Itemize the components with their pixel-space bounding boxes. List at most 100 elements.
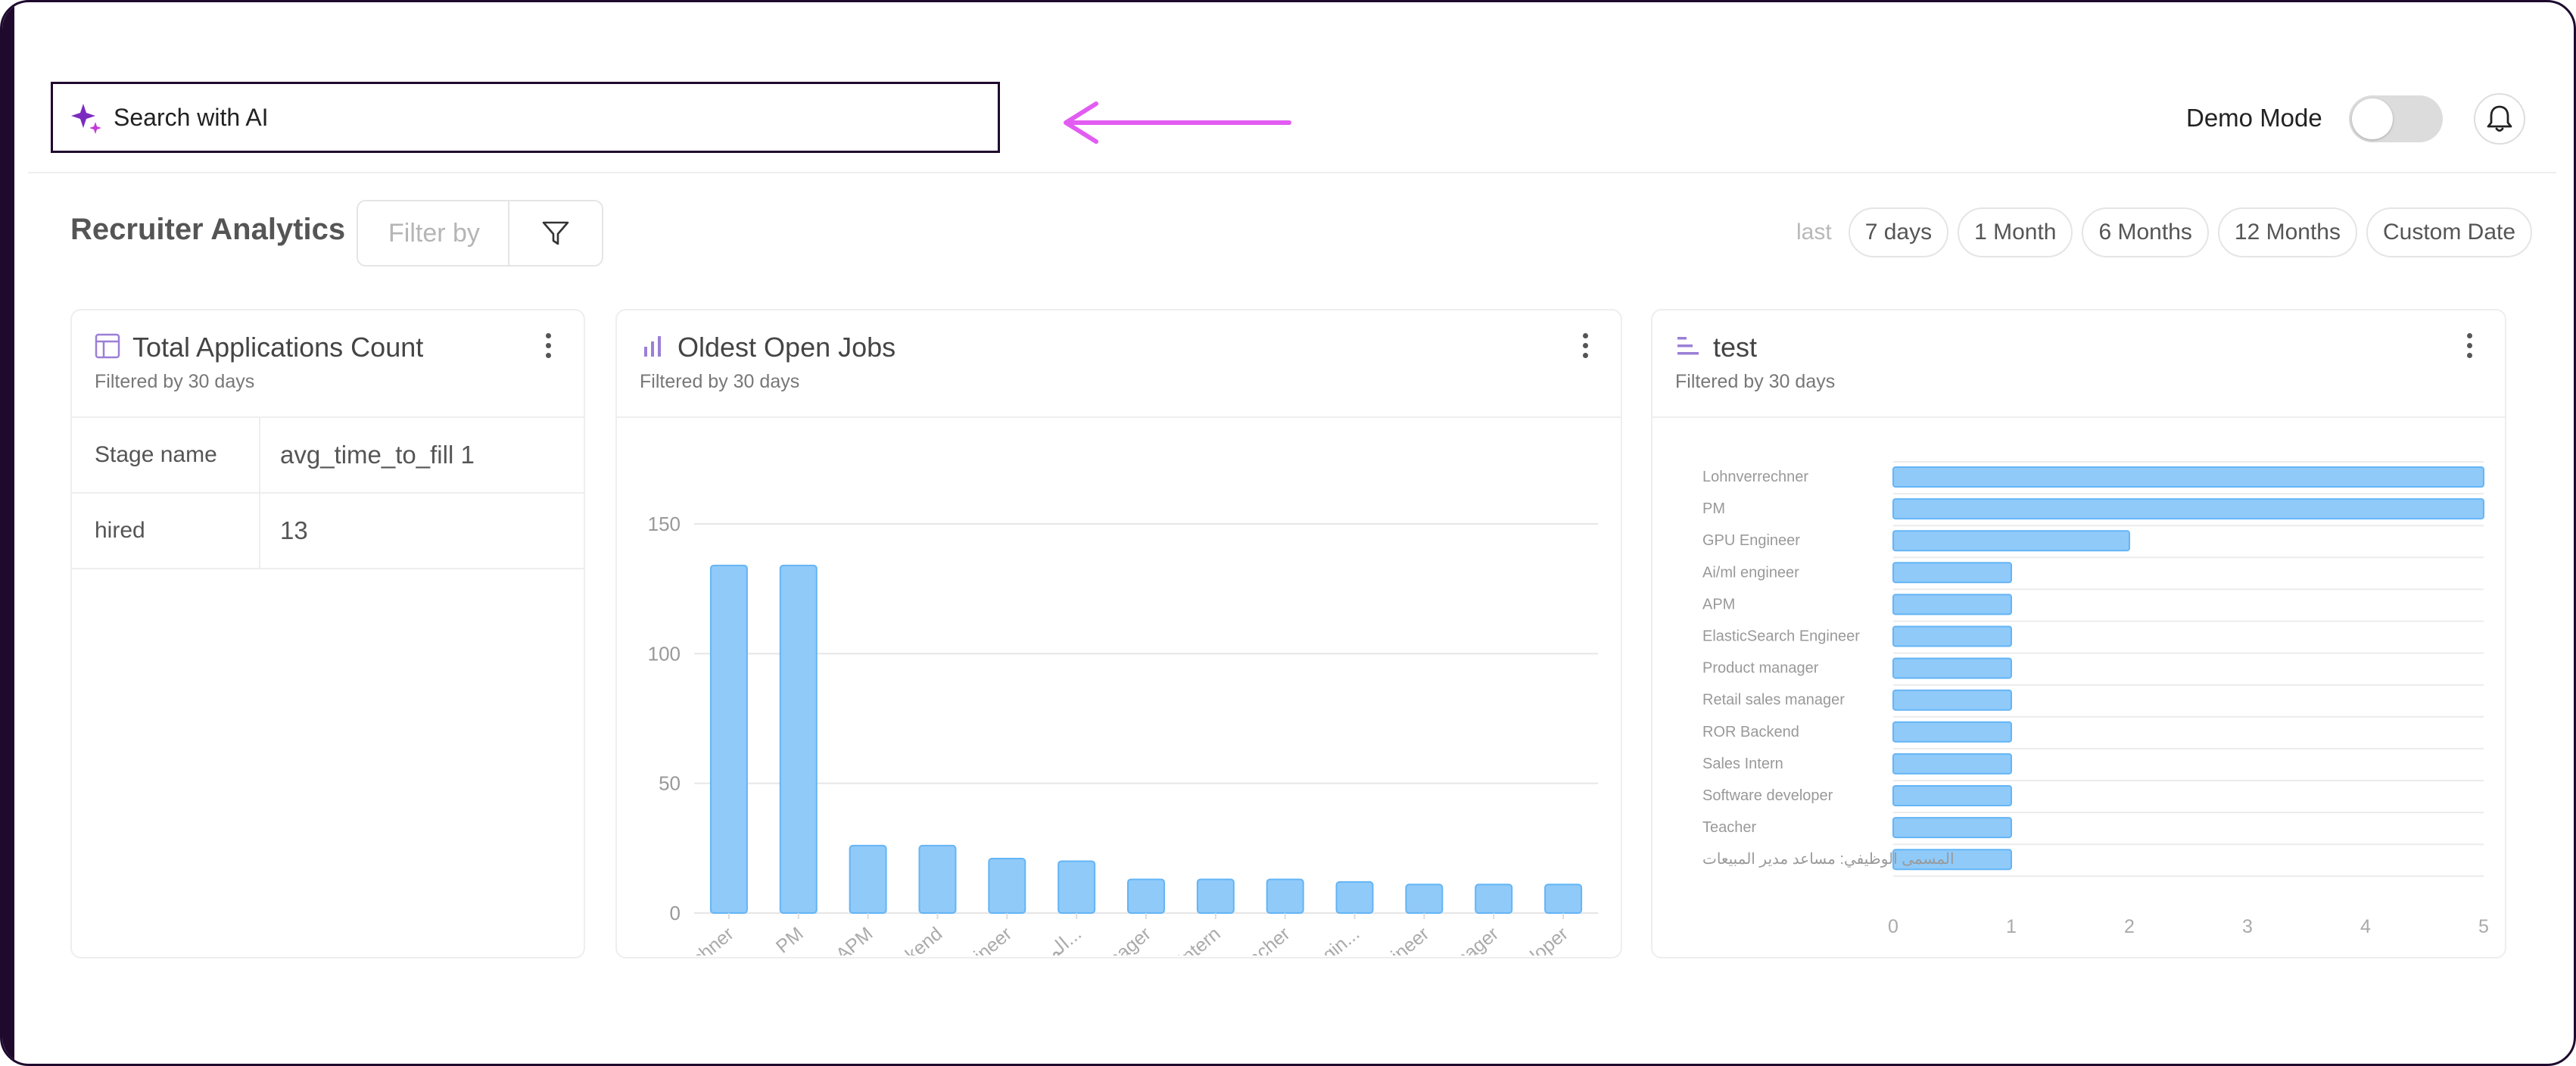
bar	[1892, 817, 2012, 839]
card-oldest-open-jobs: Oldest Open Jobs Filtered by 30 days 0 50…	[615, 309, 1622, 958]
row-value: 13	[260, 493, 584, 569]
bar	[1892, 753, 2012, 775]
kebab-dot	[1582, 333, 1588, 338]
x-tick-label: 2	[2124, 916, 2135, 937]
test-chart: Lohnverrechner PM GPU Engineer Ai/ml engine…	[1702, 461, 2489, 937]
card-header: Oldest Open Jobs Filtered by 30 days	[617, 310, 1621, 418]
bar	[849, 844, 887, 915]
toggle-knob	[2352, 98, 2393, 139]
y-category-label: Teacher	[1702, 819, 1756, 836]
header-divider	[28, 172, 2556, 173]
ai-search-box[interactable]: Search with AI	[51, 82, 1000, 153]
bar	[1475, 884, 1513, 914]
range-1-month[interactable]: 1 Month	[1958, 207, 2073, 257]
y-category-label: Lohnverrechner	[1702, 469, 1808, 485]
x-tick-label: 5	[2478, 916, 2489, 937]
bar	[1127, 878, 1165, 914]
bar	[1892, 466, 2484, 488]
range-12-months[interactable]: 12 Months	[2217, 207, 2357, 257]
x-tick-label: Software developer	[1434, 923, 1572, 955]
x-tick-label: 1	[2006, 916, 2017, 937]
kebab-dot	[2466, 343, 2472, 348]
bar	[918, 844, 957, 915]
y-category-label: APM	[1702, 596, 1735, 612]
row-key: Stage name	[72, 418, 260, 494]
table-icon	[95, 333, 120, 359]
y-category-label: المسمى الوظيفي: مساعد مدير المبيعات	[1702, 851, 1955, 868]
x-tick-label: Teacher	[1229, 923, 1294, 955]
date-range-selector: last 7 days 1 Month 6 Months 12 Months C…	[1796, 207, 2533, 258]
bar	[779, 564, 818, 914]
range-6-months[interactable]: 6 Months	[2082, 207, 2209, 257]
kebab-dot	[545, 333, 551, 338]
kebab-dot	[1582, 353, 1588, 358]
kebab-dot	[1582, 343, 1588, 348]
x-tick-label: APM	[832, 923, 877, 955]
bar	[1057, 860, 1096, 915]
filter-control[interactable]: Filter by	[357, 200, 603, 266]
kebab-dot	[545, 343, 551, 348]
arrow-annotation-icon	[1064, 101, 1291, 144]
x-tick-label: Lohnverrechner	[623, 923, 738, 955]
card-title: test	[1713, 332, 1758, 363]
bell-icon	[2487, 105, 2512, 132]
y-tick-label: 100	[648, 642, 681, 665]
range-custom-date[interactable]: Custom Date	[2366, 207, 2533, 257]
sparkle-icon	[71, 104, 101, 134]
bar	[1892, 498, 2484, 520]
x-tick-label: 4	[2360, 916, 2371, 937]
card-menu-button[interactable]	[2464, 333, 2475, 362]
y-category-label: ElasticSearch Engineer	[1702, 628, 1860, 645]
bar	[988, 858, 1026, 914]
y-tick-label: 150	[648, 513, 681, 535]
card-title: Total Applications Count	[132, 332, 424, 363]
bar	[1892, 562, 2012, 584]
bar	[1196, 878, 1235, 914]
card-header: test Filtered by 30 days	[1652, 310, 2505, 418]
card-total-applications: Total Applications Count Filtered by 30 …	[70, 309, 585, 958]
x-tick-label: 3	[2242, 916, 2253, 937]
bar	[1405, 884, 1444, 914]
card-title: Oldest Open Jobs	[677, 332, 896, 363]
y-category-label: Ai/ml engineer	[1702, 564, 1799, 581]
card-subtitle: Filtered by 30 days	[95, 371, 255, 392]
range-prefix: last	[1796, 220, 1832, 245]
filter-button[interactable]	[509, 201, 602, 265]
bar	[1892, 594, 2012, 616]
y-category-label: Sales Intern	[1702, 756, 1783, 772]
card-header: Total Applications Count Filtered by 30 …	[72, 310, 584, 418]
y-category-label: GPU Engineer	[1702, 532, 1800, 549]
bar	[1892, 625, 2012, 647]
bar	[1335, 881, 1374, 915]
bar	[1892, 657, 2012, 679]
y-category-label: PM	[1702, 500, 1725, 517]
bar	[1892, 689, 2012, 711]
bar	[1892, 530, 2130, 552]
stats-table: Stage name avg_time_to_fill 1 hired 13	[72, 418, 584, 569]
bar	[1892, 721, 2012, 743]
filter-input[interactable]: Filter by	[358, 201, 509, 265]
card-menu-button[interactable]	[1580, 333, 1590, 362]
oldest-jobs-chart: 050100150LohnverrechnerPMAPMROR BackendG…	[623, 513, 1598, 955]
y-category-label: Product manager	[1702, 660, 1819, 677]
notifications-button[interactable]	[2474, 93, 2525, 145]
table-row: Stage name avg_time_to_fill 1	[72, 418, 584, 494]
kebab-dot	[2466, 333, 2472, 338]
y-category-label: ROR Backend	[1702, 724, 1799, 740]
kebab-dot	[545, 353, 551, 358]
bar	[709, 564, 748, 914]
demo-mode-toggle[interactable]	[2349, 95, 2443, 142]
card-subtitle: Filtered by 30 days	[640, 371, 800, 392]
search-placeholder: Search with AI	[114, 103, 269, 131]
page-title: Recruiter Analytics	[70, 213, 346, 246]
bar	[1544, 884, 1583, 914]
y-tick-label: 50	[659, 772, 681, 795]
x-tick-label: 0	[1888, 916, 1899, 937]
range-7-days[interactable]: 7 days	[1848, 207, 1949, 257]
card-menu-button[interactable]	[543, 333, 553, 362]
row-value: avg_time_to_fill 1	[260, 418, 584, 494]
kebab-dot	[2466, 353, 2472, 358]
bar	[1892, 785, 2012, 806]
x-tick-label: PM	[772, 923, 808, 955]
funnel-icon	[542, 221, 569, 245]
